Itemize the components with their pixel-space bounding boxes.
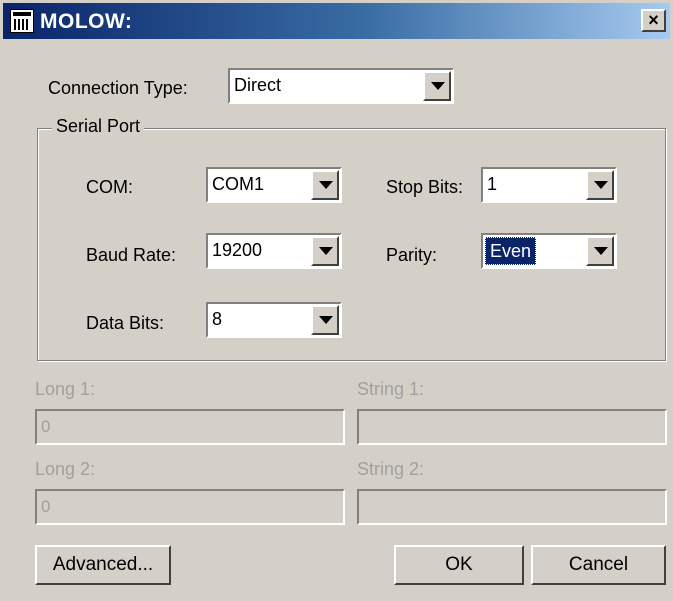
chevron-down-icon[interactable] — [311, 236, 339, 266]
advanced-button[interactable]: Advanced... — [35, 545, 171, 585]
ok-button[interactable]: OK — [394, 545, 524, 585]
connection-type-label: Connection Type: — [48, 78, 188, 98]
cancel-button[interactable]: Cancel — [531, 545, 666, 585]
com-select[interactable]: COM1 — [206, 167, 342, 203]
data-bits-select[interactable]: 8 — [206, 302, 342, 338]
long1-label: Long 1: — [35, 379, 96, 399]
stop-bits-value: 1 — [487, 174, 498, 194]
title-bar[interactable]: MOLOW: × — [3, 3, 670, 39]
com-value: COM1 — [212, 174, 265, 194]
baud-rate-label: Baud Rate: — [86, 245, 177, 265]
long2-field[interactable]: 0 — [35, 489, 345, 525]
parity-select[interactable]: Even — [481, 233, 617, 269]
stop-bits-label: Stop Bits: — [386, 177, 464, 197]
serial-port-legend: Serial Port — [52, 116, 145, 137]
connection-type-select[interactable]: Direct — [228, 68, 454, 104]
baud-rate-value: 19200 — [212, 240, 263, 260]
com-label: COM: — [86, 177, 133, 197]
parity-value: Even — [485, 237, 537, 265]
close-icon: × — [648, 10, 659, 30]
string2-field[interactable] — [357, 489, 667, 525]
parity-label: Parity: — [386, 245, 438, 265]
chevron-down-icon[interactable] — [423, 71, 451, 101]
long2-label: Long 2: — [35, 459, 96, 479]
string2-label: String 2: — [357, 459, 425, 479]
chevron-down-icon[interactable] — [586, 170, 614, 200]
chevron-down-icon[interactable] — [311, 170, 339, 200]
long1-field[interactable]: 0 — [35, 409, 345, 445]
dialog-window: MOLOW: × Connection Type: Direct Serial … — [0, 0, 673, 601]
chevron-down-icon[interactable] — [311, 305, 339, 335]
long2-value: 0 — [41, 497, 51, 516]
app-window-icon — [10, 9, 34, 33]
close-button[interactable]: × — [641, 9, 666, 32]
connection-type-value: Direct — [234, 75, 282, 95]
data-bits-label: Data Bits: — [86, 313, 165, 333]
baud-rate-select[interactable]: 19200 — [206, 233, 342, 269]
string1-field[interactable] — [357, 409, 667, 445]
long1-value: 0 — [41, 417, 51, 436]
window-title: MOLOW: — [40, 10, 133, 33]
chevron-down-icon[interactable] — [586, 236, 614, 266]
stop-bits-select[interactable]: 1 — [481, 167, 617, 203]
data-bits-value: 8 — [212, 309, 223, 329]
string1-label: String 1: — [357, 379, 425, 399]
